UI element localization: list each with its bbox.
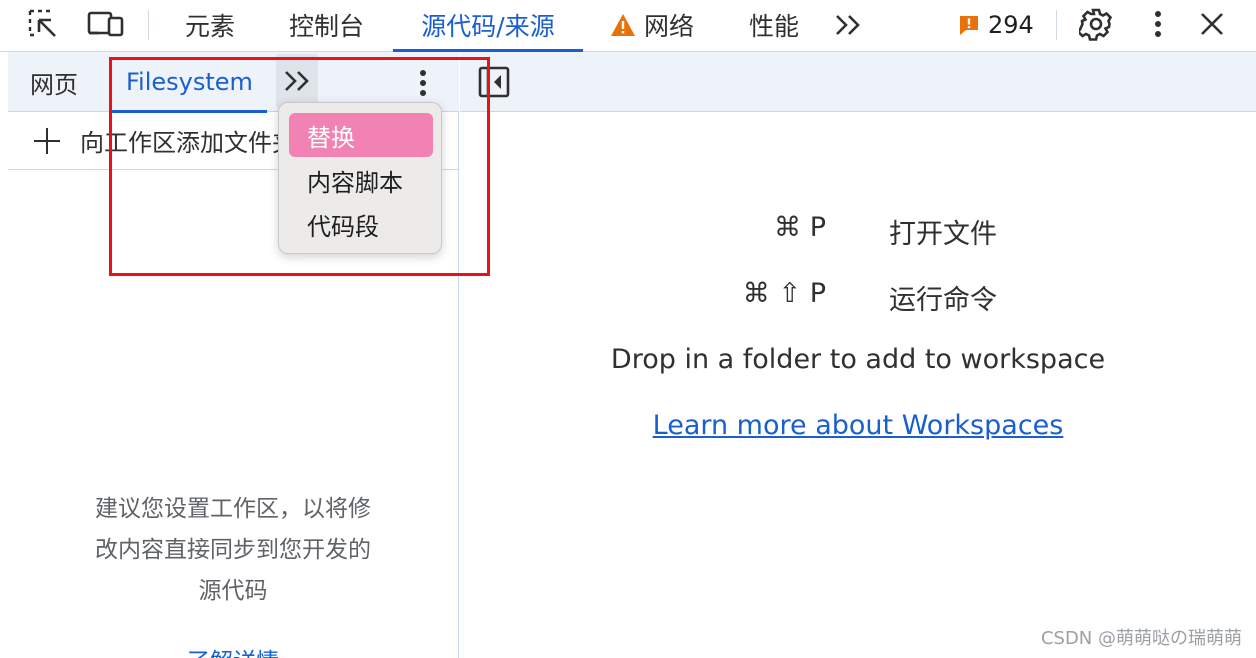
- tab-network-label: 网络: [644, 12, 695, 41]
- tab-network[interactable]: 网络: [610, 0, 694, 50]
- learn-more-link[interactable]: 了解详情: [128, 642, 338, 658]
- shortcut-label: 打开文件: [889, 219, 997, 250]
- toolbar-divider: [148, 10, 149, 40]
- workspace-hint-line: 建议您设置工作区，以将修: [95, 496, 371, 522]
- close-icon[interactable]: [1198, 0, 1226, 48]
- issues-counter[interactable]: 294: [958, 0, 1034, 50]
- shortcut-keys: ⌘ ⇧ P: [742, 278, 826, 309]
- toolbar-divider: [1056, 10, 1057, 40]
- devtools-window: 元素 控制台 源代码/来源 网络 性能 294 网页 Filesystem 向工…: [0, 0, 1256, 658]
- watermark: CSDN @萌萌哒の瑞萌萌: [1040, 628, 1242, 649]
- annotation-highlight-box: [109, 57, 490, 276]
- tab-page[interactable]: 网页: [30, 52, 78, 112]
- tab-elements[interactable]: 元素: [185, 0, 235, 50]
- plus-icon: [34, 127, 60, 154]
- drop-folder-hint: Drop in a folder to add to workspace: [610, 344, 1106, 375]
- more-tabs-button[interactable]: [834, 0, 862, 50]
- issues-count: 294: [988, 11, 1034, 39]
- workspace-hint-line: 源代码: [198, 578, 268, 604]
- workspace-hint-line: 改内容直接同步到您开发的: [95, 537, 371, 563]
- workspace-hint: 建议您设置工作区，以将修 改内容直接同步到您开发的 源代码: [48, 489, 418, 612]
- tab-console[interactable]: 控制台: [289, 0, 364, 50]
- vertical-dots-icon[interactable]: [1148, 0, 1168, 48]
- learn-workspaces-link[interactable]: Learn more about Workspaces: [460, 410, 1256, 441]
- editor-panel: ⌘ P 打开文件 ⌘ ⇧ P 运行命令 Drop in a folder to …: [460, 52, 1256, 658]
- issue-flag-icon: [958, 14, 980, 36]
- shortcut-keys: ⌘ P: [774, 212, 826, 243]
- select-element-icon[interactable]: [26, 0, 60, 48]
- main-toolbar: 元素 控制台 源代码/来源 网络 性能 294: [0, 0, 1256, 52]
- shortcut-label: 运行命令: [889, 285, 997, 316]
- gear-icon[interactable]: [1078, 0, 1114, 48]
- warning-triangle-icon: [610, 13, 636, 37]
- editor-toolbar: [460, 52, 1256, 112]
- tab-sources[interactable]: 源代码/来源: [393, 0, 583, 52]
- device-toolbar-icon[interactable]: [86, 0, 126, 48]
- tab-performance[interactable]: 性能: [749, 0, 799, 50]
